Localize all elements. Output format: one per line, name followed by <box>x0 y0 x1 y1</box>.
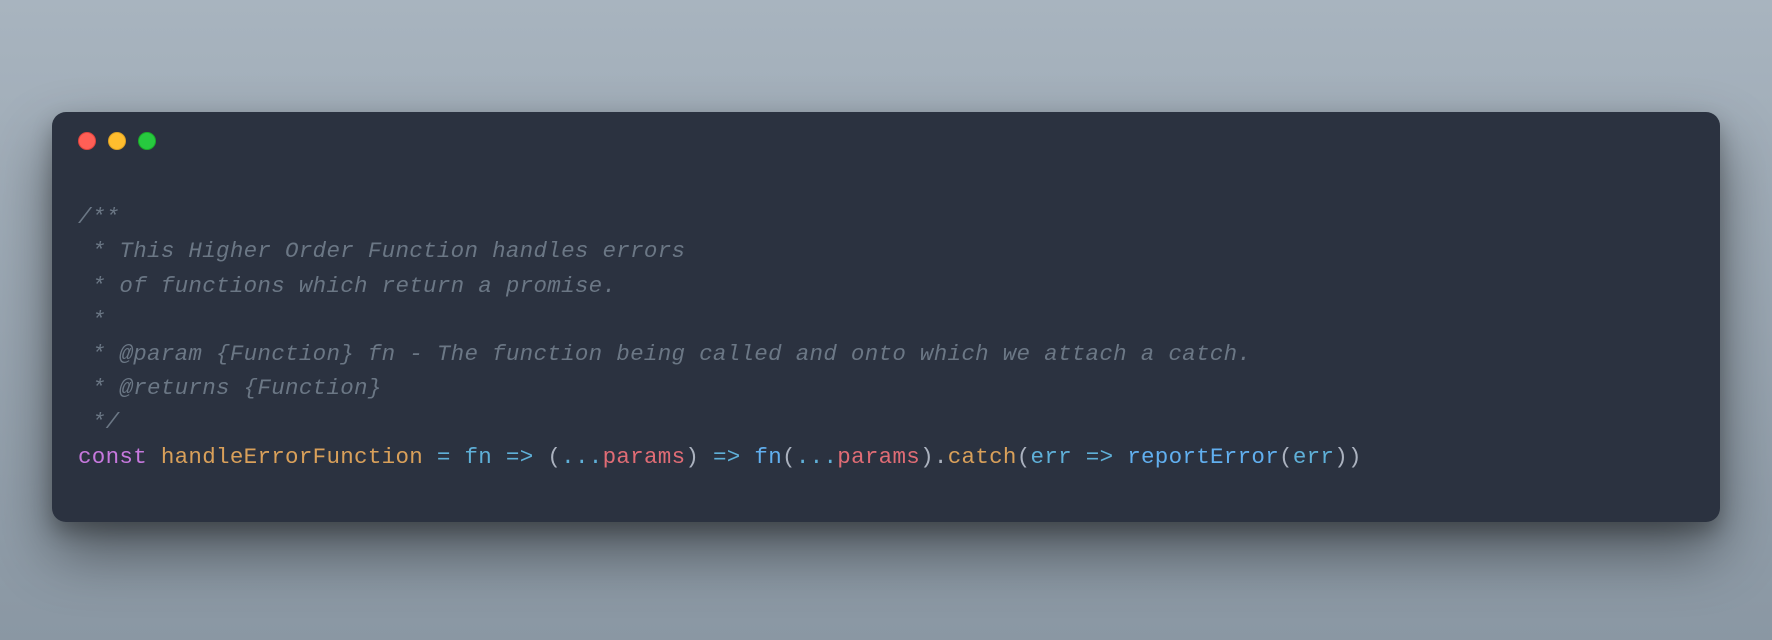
spread-operator: ... <box>561 444 602 470</box>
param-params: params <box>603 444 686 470</box>
dot-operator: . <box>934 444 948 470</box>
close-paren: ) <box>685 444 699 470</box>
close-parens: )) <box>1334 444 1362 470</box>
comment-line: * of functions which return a promise. <box>78 273 616 299</box>
open-paren: ( <box>547 444 561 470</box>
arrow-operator: => <box>1072 444 1127 470</box>
function-name: handleErrorFunction <box>161 444 423 470</box>
keyword-const: const <box>78 444 147 470</box>
function-call-fn: fn <box>754 444 782 470</box>
open-paren: ( <box>782 444 796 470</box>
param-fn: fn <box>465 444 493 470</box>
close-paren: ) <box>920 444 934 470</box>
param-err: err <box>1293 444 1334 470</box>
maximize-button[interactable] <box>138 132 156 150</box>
param-params: params <box>837 444 920 470</box>
param-err: err <box>1031 444 1072 470</box>
method-catch: catch <box>948 444 1017 470</box>
comment-line: * @returns {Function} <box>78 375 382 401</box>
terminal-window: /** * This Higher Order Function handles… <box>52 112 1720 522</box>
code-editor[interactable]: /** * This Higher Order Function handles… <box>52 170 1720 522</box>
comment-line: /** <box>78 204 119 230</box>
comment-line: */ <box>78 409 119 435</box>
window-titlebar <box>52 112 1720 170</box>
open-paren: ( <box>1017 444 1031 470</box>
open-paren: ( <box>1279 444 1293 470</box>
operator-equals: = <box>423 444 464 470</box>
minimize-button[interactable] <box>108 132 126 150</box>
arrow-operator: => <box>699 444 754 470</box>
comment-line: * @param {Function} fn - The function be… <box>78 341 1251 367</box>
arrow-operator: => <box>492 444 547 470</box>
comment-line: * <box>78 307 106 333</box>
comment-line: * This Higher Order Function handles err… <box>78 238 685 264</box>
close-button[interactable] <box>78 132 96 150</box>
spread-operator: ... <box>796 444 837 470</box>
function-call-reporterror: reportError <box>1127 444 1279 470</box>
